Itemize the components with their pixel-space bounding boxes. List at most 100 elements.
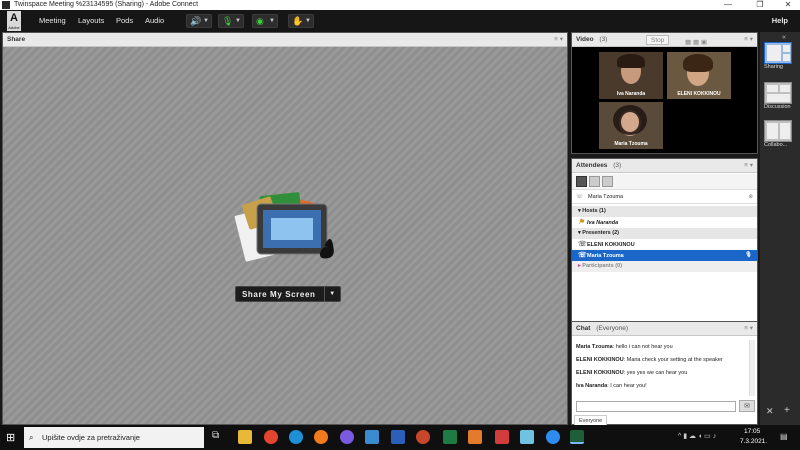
powerpoint-icon[interactable] [416, 430, 430, 444]
share-my-screen-button[interactable]: Share My Screen ▼ [235, 286, 341, 302]
chevron-down-icon: ▼ [235, 18, 241, 24]
edge-icon[interactable] [289, 430, 303, 444]
layouts-bar: « Sharing Discussion Collabo... ✕ + [760, 32, 800, 425]
video-area: Iva Naranda ELENI KOKKINOU Maria Tzouma [572, 47, 757, 153]
video-count: (3) [599, 36, 608, 43]
hosts-group-header[interactable]: ▾ Hosts (1) [572, 206, 757, 217]
system-tray-icons[interactable]: ^ ▮ ☁ ◖ ▭ ♪ [678, 432, 716, 440]
attendees-pod-header: Attendees (3) ≡ ▾ [572, 159, 757, 173]
zoom-icon[interactable] [546, 430, 560, 444]
help-menu[interactable]: Help [772, 16, 788, 25]
layout-label: Discussion [764, 104, 791, 110]
pod-options-icon[interactable]: ≡ ▾ [744, 322, 753, 336]
webcam-button[interactable]: ◉ ▼ [252, 14, 278, 28]
share-options-dropdown[interactable]: ▼ [324, 287, 340, 302]
attendees-pod-title: Attendees [576, 162, 608, 169]
maximize-button[interactable]: ❐ [748, 0, 772, 10]
chat-pod: Chat (Everyone) ≡ ▾ Maria Tzouma: hello … [571, 321, 758, 426]
firefox-icon[interactable] [314, 430, 328, 444]
excel-icon[interactable] [443, 430, 457, 444]
windows-start-icon[interactable]: ⊞ [6, 431, 15, 444]
close-icon[interactable]: ⊗ [748, 191, 753, 204]
video-tile[interactable]: ELENI KOKKINOU [667, 52, 731, 99]
file-explorer-icon[interactable] [238, 430, 252, 444]
share-pod: Share ≡ ▾ Share My Screen ▼ [2, 32, 568, 425]
attendee-row[interactable]: ⚑ Iva Naranda [572, 217, 757, 228]
taskbar-search-box[interactable]: ⌕ Upišite ovdje za pretraživanje [24, 427, 204, 448]
current-user-name: Maria Tzouma [588, 194, 624, 200]
layout-thumbnail [764, 82, 792, 104]
share-media-graphic-icon [233, 192, 334, 263]
share-pod-title: Share [7, 36, 26, 43]
close-button[interactable]: ✕ [776, 0, 800, 10]
taskbar-search-placeholder: Upišite ovdje za pretraživanje [42, 433, 140, 442]
notification-icon[interactable]: ▤ [780, 432, 788, 441]
video-participant-name: Iva Naranda [616, 91, 646, 97]
video-participant-name: ELENI KOKKINOU [677, 91, 721, 97]
window-titlebar: Twinspace Meeting %23134595 (Sharing) - … [0, 0, 800, 10]
presenters-group-header[interactable]: ▾ Presenters (2) [572, 228, 757, 239]
menu-pods[interactable]: Pods [116, 16, 133, 25]
attendee-row[interactable]: ☏ELENI KOKKINOU [572, 239, 757, 250]
pod-options-icon[interactable]: ≡ ▾ [554, 33, 563, 47]
share-stage: Share My Screen ▼ [3, 47, 567, 424]
search-icon: ⌕ [29, 433, 34, 442]
window-title: Twinspace Meeting %23134595 (Sharing) - … [14, 1, 199, 8]
layout-discussion[interactable]: Discussion [764, 82, 796, 110]
video-pod-header: Video (3) Stop ▦ ▦ ▣ ≡ ▾ [572, 33, 757, 47]
adobe-connect-taskbar-icon[interactable] [570, 430, 584, 444]
taskbar-date: 7.3.2021. [740, 438, 768, 445]
grid-view-icon[interactable] [589, 176, 600, 187]
chat-input[interactable] [576, 401, 736, 412]
layout-collaboration[interactable]: Collabo... [764, 120, 796, 148]
stop-video-button[interactable]: Stop [646, 35, 670, 45]
minimize-button[interactable]: — [716, 0, 740, 10]
app-icon[interactable] [365, 430, 379, 444]
layout-sharing[interactable]: Sharing [764, 42, 796, 70]
word-icon[interactable] [391, 430, 405, 444]
presenter-icon: ☏ [578, 252, 587, 259]
collapse-icon[interactable]: « [782, 34, 786, 41]
add-layout-icon[interactable]: + [784, 405, 790, 416]
pod-options-icon[interactable]: ≡ ▾ [744, 33, 753, 47]
video-pod: Video (3) Stop ▦ ▦ ▣ ≡ ▾ Iva Naranda ELE… [571, 32, 758, 154]
adobe-connect-app-icon [2, 1, 10, 9]
status-button[interactable]: ✋ ▼ [288, 14, 314, 28]
microphone-button[interactable]: 🎙 ▼ [218, 14, 244, 28]
speaker-icon: 🔊 [190, 16, 202, 26]
participants-group-header[interactable]: ▸ Participants (0) [572, 261, 757, 272]
raise-hand-icon: ✋ [292, 16, 304, 26]
menu-meeting[interactable]: Meeting [39, 16, 66, 25]
video-pod-title: Video [576, 36, 594, 43]
taskbar-time: 17:05 [744, 428, 761, 435]
chat-pod-title: Chat [576, 325, 591, 332]
browser-icon[interactable] [340, 430, 354, 444]
send-message-icon[interactable]: ✉ [739, 400, 755, 412]
webcam-icon: ◉ [256, 16, 264, 26]
menu-audio[interactable]: Audio [145, 16, 164, 25]
microphone-icon: 🎙 [222, 16, 234, 26]
pod-options-icon[interactable]: ≡ ▾ [744, 159, 753, 173]
video-participant-name: Maria Tzouma [614, 141, 648, 147]
attendee-row-selected[interactable]: ☏Maria Tzouma 🎙 [572, 250, 757, 261]
speaker-button[interactable]: 🔊 ▼ [186, 14, 212, 28]
app-icon[interactable] [520, 430, 534, 444]
chrome-icon[interactable] [264, 430, 278, 444]
app-icon[interactable] [468, 430, 482, 444]
chat-message: ELENI KOKKINOU: Maria check your setting… [576, 357, 723, 363]
chat-messages: Maria Tzouma: hello i can not hear you E… [576, 343, 747, 393]
menu-layouts[interactable]: Layouts [78, 16, 104, 25]
current-user-row[interactable]: ☏ Maria Tzouma ⊗ [572, 191, 757, 204]
chat-scrollbar[interactable] [749, 340, 755, 396]
app-icon[interactable] [495, 430, 509, 444]
task-view-icon[interactable]: ⧉ [212, 430, 219, 441]
chevron-down-icon: ▼ [269, 18, 275, 24]
video-tile[interactable]: Iva Naranda [599, 52, 663, 99]
chat-scope: (Everyone) [596, 325, 629, 332]
list-view-icon[interactable] [576, 176, 587, 187]
status-view-icon[interactable] [602, 176, 613, 187]
layout-settings-icon[interactable]: ✕ [766, 406, 774, 417]
chevron-down-icon: ▼ [203, 18, 209, 24]
share-pod-header: Share ≡ ▾ [3, 33, 567, 47]
video-tile[interactable]: Maria Tzouma [599, 102, 663, 149]
